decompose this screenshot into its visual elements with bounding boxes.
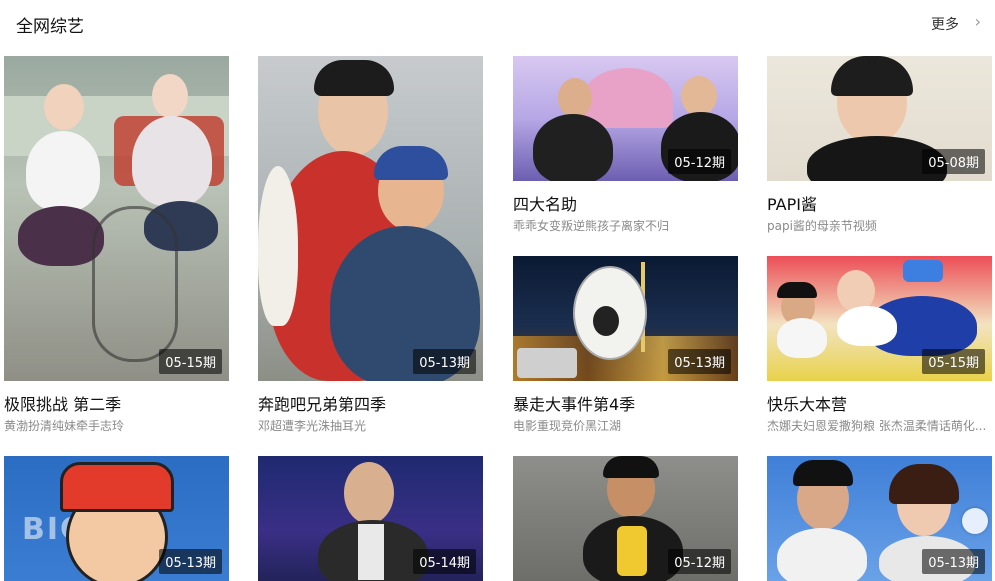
show-thumbnail[interactable]: 05-15期: [4, 56, 229, 381]
show-card-row3-1[interactable]: BIG 坊 05-13期: [4, 456, 229, 581]
episode-badge: 05-13期: [668, 349, 731, 374]
floating-scroll-button[interactable]: [962, 508, 988, 534]
show-card-sidamingzhu[interactable]: 05-12期 四大名助 乖乖女变叛逆熊孩子离家不归: [513, 56, 738, 236]
more-link[interactable]: 更多: [931, 14, 959, 34]
show-title[interactable]: 奔跑吧兄弟第四季: [258, 391, 386, 415]
show-thumbnail[interactable]: 05-13期: [258, 56, 483, 381]
show-thumbnail[interactable]: 05-12期: [513, 456, 738, 581]
show-card-jixian[interactable]: 05-15期 极限挑战 第二季 黄渤扮清纯妹牵手志玲: [4, 56, 229, 436]
show-thumbnail[interactable]: 05-14期: [258, 456, 483, 581]
show-subtitle: 黄渤扮清纯妹牵手志玲: [4, 419, 125, 433]
episode-badge: 05-13期: [413, 349, 476, 374]
show-card-row3-4[interactable]: 05-13期: [767, 456, 992, 581]
show-title[interactable]: 四大名助: [513, 191, 577, 215]
show-card-papi[interactable]: 05-08期 PAPI酱 papi酱的母亲节视频: [767, 56, 992, 236]
show-card-benpao[interactable]: 05-13期 奔跑吧兄弟第四季 邓超遭李光洙抽耳光: [258, 56, 483, 436]
section-header: 全网综艺 更多 ›: [0, 0, 995, 48]
show-card-row3-3[interactable]: 05-12期: [513, 456, 738, 581]
show-title[interactable]: PAPI酱: [767, 191, 817, 215]
show-subtitle: papi酱的母亲节视频: [767, 219, 877, 233]
show-card-row3-2[interactable]: 05-14期: [258, 456, 483, 581]
show-subtitle: 电影重现竞价黑江湖: [513, 419, 622, 433]
show-subtitle: 邓超遭李光洙抽耳光: [258, 419, 367, 433]
episode-badge: 05-13期: [922, 549, 985, 574]
show-thumbnail[interactable]: 05-15期: [767, 256, 992, 381]
show-thumbnail[interactable]: 05-12期: [513, 56, 738, 181]
show-thumbnail[interactable]: 05-13期: [513, 256, 738, 381]
show-subtitle: 乖乖女变叛逆熊孩子离家不归: [513, 219, 670, 233]
episode-badge: 05-13期: [159, 549, 222, 574]
show-title[interactable]: 快乐大本营: [767, 391, 847, 415]
show-thumbnail[interactable]: BIG 坊 05-13期: [4, 456, 229, 581]
episode-badge: 05-08期: [922, 149, 985, 174]
show-thumbnail[interactable]: 05-08期: [767, 56, 992, 181]
show-title[interactable]: 极限挑战 第二季: [4, 391, 121, 415]
episode-badge: 05-15期: [159, 349, 222, 374]
show-title[interactable]: 暴走大事件第4季: [513, 391, 635, 415]
show-card-baozou[interactable]: 05-13期 暴走大事件第4季 电影重现竞价黑江湖: [513, 256, 738, 436]
episode-badge: 05-15期: [922, 349, 985, 374]
show-thumbnail[interactable]: 05-13期: [767, 456, 992, 581]
show-subtitle: 杰娜夫妇恩爱撒狗粮 张杰温柔情话萌化...: [767, 419, 987, 433]
section-title: 全网综艺: [16, 17, 84, 37]
episode-badge: 05-12期: [668, 149, 731, 174]
show-card-kuaile[interactable]: 05-15期 快乐大本营 杰娜夫妇恩爱撒狗粮 张杰温柔情话萌化...: [767, 256, 992, 436]
episode-badge: 05-12期: [668, 549, 731, 574]
episode-badge: 05-14期: [413, 549, 476, 574]
chevron-right-icon[interactable]: ›: [975, 12, 981, 31]
